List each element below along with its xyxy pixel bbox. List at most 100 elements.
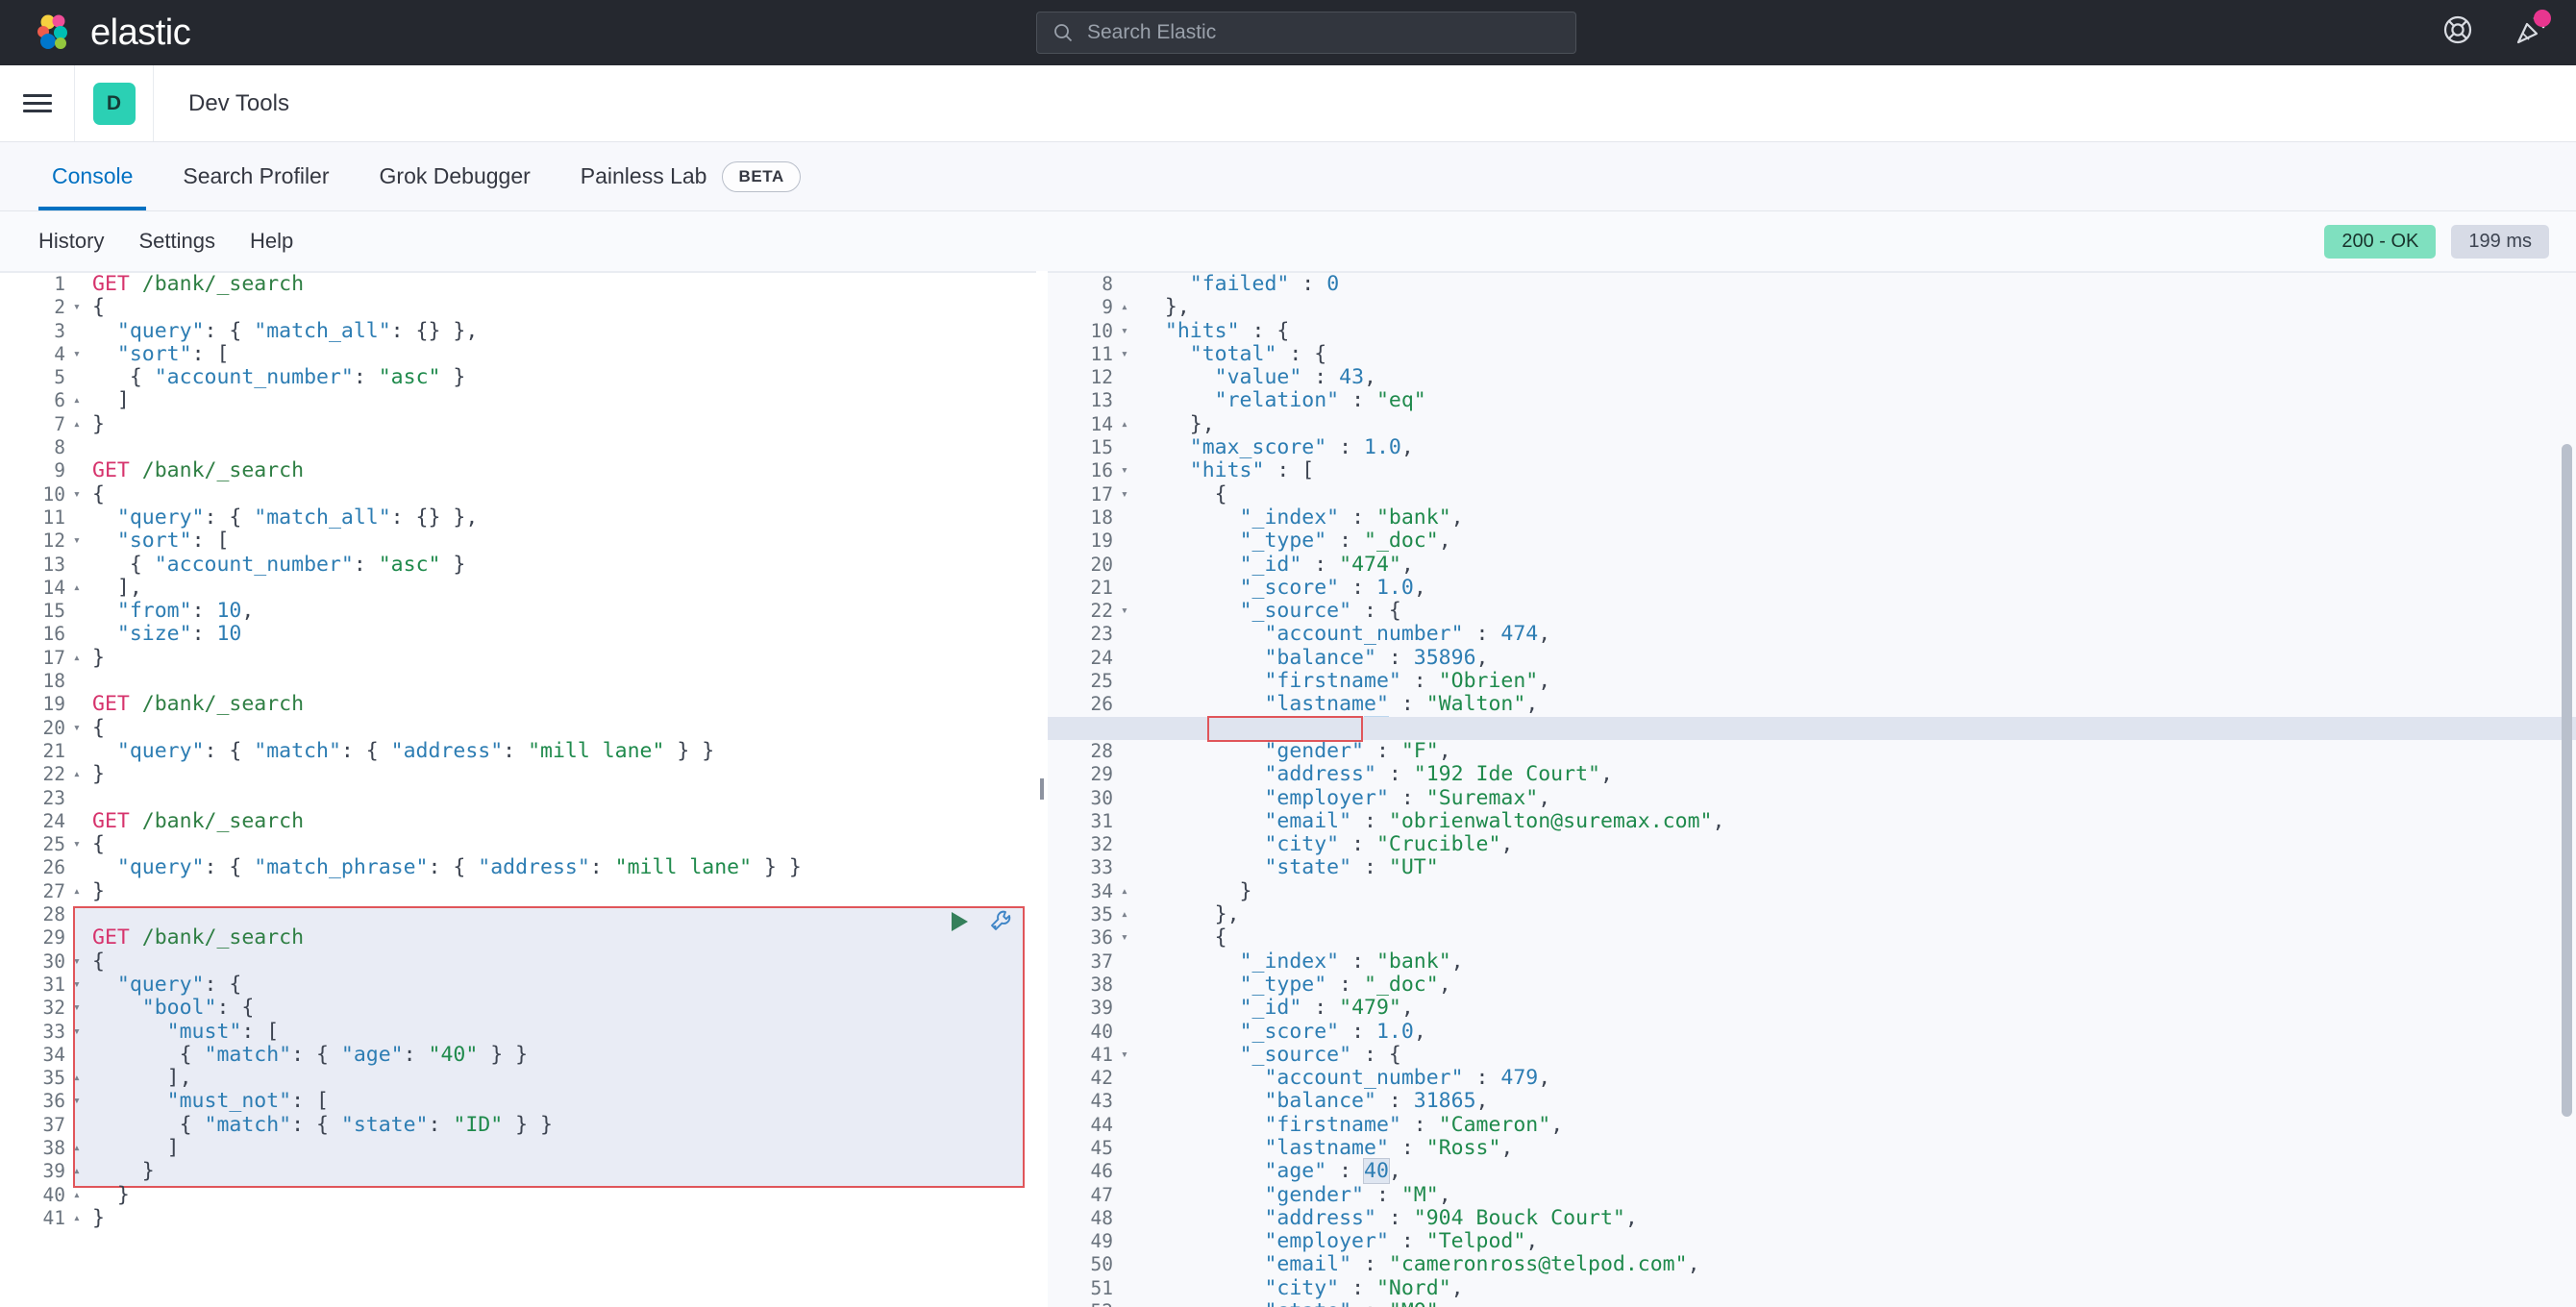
fold-toggle-icon[interactable]: ▴	[73, 1160, 87, 1183]
code-line[interactable]: 21 "query": { "match": { "address": "mil…	[0, 740, 1036, 763]
play-request-icon[interactable]	[952, 912, 968, 931]
fold-toggle-icon[interactable]: ▾	[1121, 459, 1134, 482]
code-line[interactable]: 30▾{	[0, 950, 1036, 974]
wrench-docs-icon[interactable]	[989, 909, 1014, 934]
code-line[interactable]: 50 "email" : "cameronross@telpod.com",	[1048, 1253, 2576, 1276]
code-line[interactable]: 28 "gender" : "F",	[1048, 740, 2576, 763]
code-line[interactable]: 14▴ },	[1048, 413, 2576, 436]
fold-toggle-icon[interactable]: ▾	[73, 833, 87, 856]
fold-toggle-icon[interactable]: ▾	[73, 483, 87, 506]
code-line[interactable]: 18 "_index" : "bank",	[1048, 506, 2576, 530]
request-editor-pane[interactable]: 1GET /bank/_search2▾{3 "query": { "match…	[0, 271, 1036, 1307]
code-line[interactable]: 9GET /bank/_search	[0, 459, 1036, 482]
code-line[interactable]: 45 "lastname" : "Ross",	[1048, 1137, 2576, 1160]
fold-toggle-icon[interactable]: ▾	[73, 997, 87, 1020]
code-line[interactable]: 35▴ ],	[0, 1067, 1036, 1090]
code-line[interactable]: 16 "size": 10	[0, 623, 1036, 646]
code-line[interactable]: 8 "failed" : 0	[1048, 273, 2576, 296]
fold-toggle-icon[interactable]: ▾	[1121, 1044, 1134, 1067]
code-line[interactable]: 1GET /bank/_search	[0, 273, 1036, 296]
code-line[interactable]: 11▾ "total" : {	[1048, 343, 2576, 366]
request-code-lines[interactable]: 1GET /bank/_search2▾{3 "query": { "match…	[0, 273, 1036, 1230]
fold-toggle-icon[interactable]: ▴	[73, 1184, 87, 1207]
code-line[interactable]: 3 "query": { "match_all": {} },	[0, 320, 1036, 343]
code-line[interactable]: 41▴}	[0, 1207, 1036, 1230]
code-line[interactable]: 12▾ "sort": [	[0, 530, 1036, 553]
code-line[interactable]: 42 "account_number" : 479,	[1048, 1067, 2576, 1090]
code-line[interactable]: 15 "max_score" : 1.0,	[1048, 436, 2576, 459]
fold-toggle-icon[interactable]: ▴	[73, 880, 87, 903]
code-line[interactable]: 18	[0, 670, 1036, 693]
code-line[interactable]: 34▴ }	[1048, 880, 2576, 903]
fold-toggle-icon[interactable]: ▴	[73, 647, 87, 670]
code-line[interactable]: 13 { "account_number": "asc" }	[0, 554, 1036, 577]
code-line[interactable]: 51 "city" : "Nord",	[1048, 1277, 2576, 1300]
fold-toggle-icon[interactable]: ▴	[73, 1137, 87, 1160]
code-line[interactable]: 17▴}	[0, 647, 1036, 670]
code-line[interactable]: 36▾ "must_not": [	[0, 1090, 1036, 1113]
fold-toggle-icon[interactable]: ▴	[73, 413, 87, 436]
code-line[interactable]: 20 "_id" : "474",	[1048, 554, 2576, 577]
fold-toggle-icon[interactable]: ▾	[73, 343, 87, 366]
code-line[interactable]: 19 "_type" : "_doc",	[1048, 530, 2576, 553]
fold-toggle-icon[interactable]: ▾	[73, 717, 87, 740]
code-line[interactable]: 26 "query": { "match_phrase": { "address…	[0, 856, 1036, 879]
code-line[interactable]: 39▴ }	[0, 1160, 1036, 1183]
fold-toggle-icon[interactable]: ▾	[73, 950, 87, 974]
help-button[interactable]: Help	[233, 229, 310, 254]
code-line[interactable]: 49 "employer" : "Telpod",	[1048, 1230, 2576, 1253]
code-line[interactable]: 33▾ "must": [	[0, 1021, 1036, 1044]
code-line[interactable]: 44 "firstname" : "Cameron",	[1048, 1114, 2576, 1137]
code-line[interactable]: 39 "_id" : "479",	[1048, 997, 2576, 1020]
fold-toggle-icon[interactable]: ▴	[73, 1207, 87, 1230]
fold-toggle-icon[interactable]: ▾	[73, 1090, 87, 1113]
fold-toggle-icon[interactable]: ▴	[1121, 296, 1134, 319]
code-line[interactable]: 43 "balance" : 31865,	[1048, 1090, 2576, 1113]
code-line[interactable]: 25▾{	[0, 833, 1036, 856]
code-line[interactable]: 35▴ },	[1048, 903, 2576, 926]
code-line[interactable]: 29 "address" : "192 Ide Court",	[1048, 763, 2576, 786]
code-line[interactable]: 14▴ ],	[0, 577, 1036, 600]
response-code-lines[interactable]: 8 "failed" : 09▴ },10▾ "hits" : {11▾ "to…	[1048, 273, 2576, 1307]
code-line[interactable]: 10▾{	[0, 483, 1036, 506]
fold-toggle-icon[interactable]: ▴	[73, 577, 87, 600]
fold-toggle-icon[interactable]: ▾	[73, 974, 87, 997]
brand-home-link[interactable]: elastic	[0, 12, 190, 54]
code-line[interactable]: 22▾ "_source" : {	[1048, 600, 2576, 623]
code-line[interactable]: 15 "from": 10,	[0, 600, 1036, 623]
history-button[interactable]: History	[21, 229, 121, 254]
code-line[interactable]: 41▾ "_source" : {	[1048, 1044, 2576, 1067]
code-line[interactable]: 12 "value" : 43,	[1048, 366, 2576, 389]
code-line[interactable]: 32 "city" : "Crucible",	[1048, 833, 2576, 856]
tab-grok-debugger[interactable]: Grok Debugger	[355, 142, 556, 210]
announcements-icon[interactable]	[2514, 13, 2547, 46]
code-line[interactable]: 40▴ }	[0, 1184, 1036, 1207]
code-line[interactable]: 21 "_score" : 1.0,	[1048, 577, 2576, 600]
code-line[interactable]: 24GET /bank/_search	[0, 810, 1036, 833]
code-line[interactable]: 33 "state" : "UT"	[1048, 856, 2576, 879]
code-line[interactable]: 31▾ "query": {	[0, 974, 1036, 997]
code-line[interactable]: 48 "address" : "904 Bouck Court",	[1048, 1207, 2576, 1230]
fold-toggle-icon[interactable]: ▾	[1121, 483, 1134, 506]
code-line[interactable]: 37 { "match": { "state": "ID" } }	[0, 1114, 1036, 1137]
code-line[interactable]: 30 "employer" : "Suremax",	[1048, 787, 2576, 810]
code-line[interactable]: 22▴}	[0, 763, 1036, 786]
code-line[interactable]: 47 "gender" : "M",	[1048, 1184, 2576, 1207]
code-line[interactable]: 26 "lastname" : "Walton",	[1048, 693, 2576, 716]
code-line[interactable]: 13 "relation" : "eq"	[1048, 389, 2576, 412]
fold-toggle-icon[interactable]: ▾	[73, 1021, 87, 1044]
code-line[interactable]: 10▾ "hits" : {	[1048, 320, 2576, 343]
code-line[interactable]: 11 "query": { "match_all": {} },	[0, 506, 1036, 530]
response-vertical-scrollbar[interactable]	[2562, 444, 2572, 1117]
code-line[interactable]: 17▾ {	[1048, 483, 2576, 506]
fold-toggle-icon[interactable]: ▾	[1121, 926, 1134, 949]
code-line[interactable]: 2▾{	[0, 296, 1036, 319]
global-search-bar[interactable]: Search Elastic	[1036, 12, 1576, 54]
fold-toggle-icon[interactable]: ▴	[73, 1067, 87, 1090]
response-viewer-pane[interactable]: 8 "failed" : 09▴ },10▾ "hits" : {11▾ "to…	[1048, 271, 2576, 1307]
code-line[interactable]: 32▾ "bool": {	[0, 997, 1036, 1020]
fold-toggle-icon[interactable]: ▴	[73, 763, 87, 786]
code-line[interactable]: 16▾ "hits" : [	[1048, 459, 2576, 482]
code-line[interactable]: 38 "_type" : "_doc",	[1048, 974, 2576, 997]
fold-toggle-icon[interactable]: ▾	[1121, 320, 1134, 343]
